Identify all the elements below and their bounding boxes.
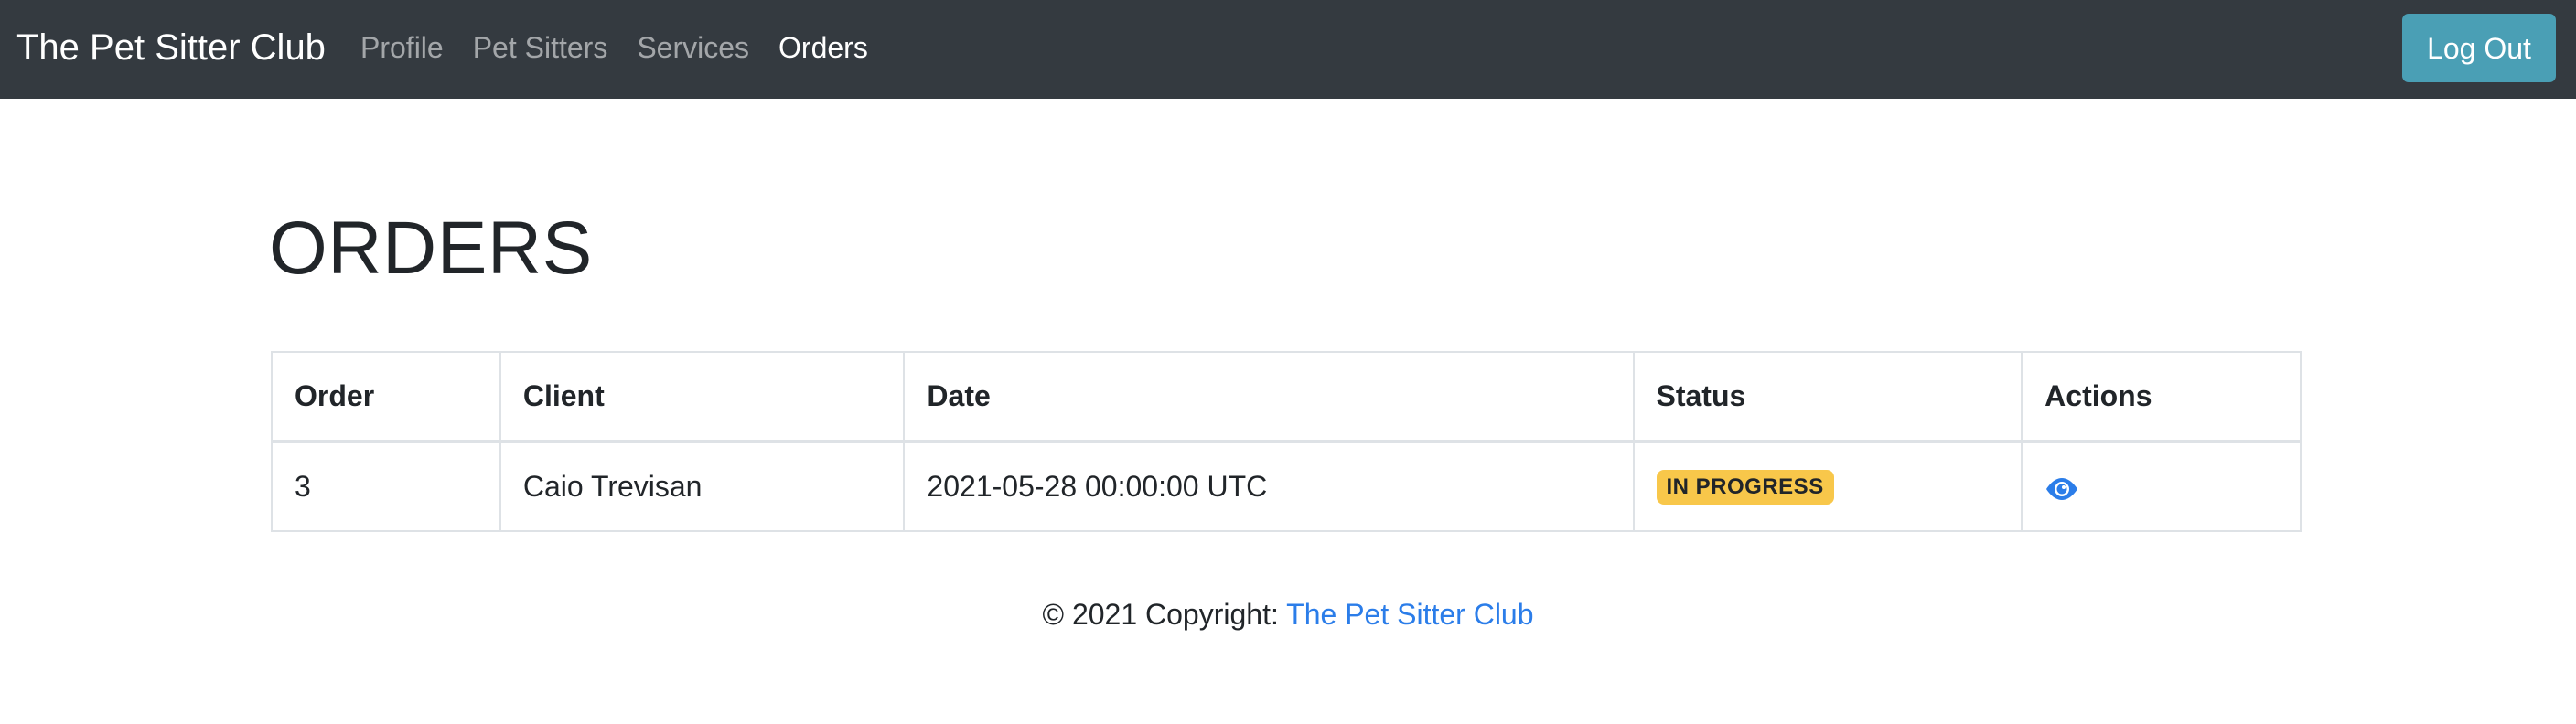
table-header-row: Order Client Date Status Actions	[271, 351, 2302, 443]
order-number-cell: 3	[271, 441, 501, 532]
footer: © 2021 Copyright: The Pet Sitter Club	[0, 592, 2576, 636]
order-date-cell: 2021-05-28 00:00:00 UTC	[903, 441, 1635, 532]
top-navbar: The Pet Sitter Club Profile Pet Sitters …	[0, 0, 2576, 99]
nav-links: Profile Pet Sitters Services Orders	[360, 27, 897, 68]
status-badge: IN PROGRESS	[1656, 470, 1834, 506]
page-title: ORDERS	[269, 207, 593, 290]
nav-link-services[interactable]: Services	[637, 27, 749, 68]
orders-table: Order Client Date Status Actions 3 Caio …	[271, 351, 2302, 532]
logout-button[interactable]: Log Out	[2402, 14, 2556, 82]
client-name-cell: Caio Trevisan	[499, 441, 906, 532]
column-header-date: Date	[903, 351, 1635, 443]
actions-cell	[2021, 441, 2302, 532]
column-header-order: Order	[271, 351, 501, 443]
column-header-actions: Actions	[2021, 351, 2302, 443]
brand-link[interactable]: The Pet Sitter Club	[16, 25, 326, 70]
column-header-client: Client	[499, 351, 906, 443]
copyright-text: © 2021 Copyright:	[1042, 598, 1287, 631]
nav-link-orders[interactable]: Orders	[778, 27, 868, 68]
eye-icon[interactable]	[2045, 475, 2079, 503]
table-body: 3 Caio Trevisan 2021-05-28 00:00:00 UTC …	[271, 441, 2302, 532]
table-header: Order Client Date Status Actions	[271, 351, 2302, 443]
nav-link-pet-sitters[interactable]: Pet Sitters	[473, 27, 608, 68]
nav-link-profile[interactable]: Profile	[360, 27, 444, 68]
status-cell: IN PROGRESS	[1632, 441, 2023, 532]
footer-brand-link[interactable]: The Pet Sitter Club	[1286, 598, 1533, 631]
table-row: 3 Caio Trevisan 2021-05-28 00:00:00 UTC …	[271, 441, 2302, 532]
column-header-status: Status	[1632, 351, 2023, 443]
